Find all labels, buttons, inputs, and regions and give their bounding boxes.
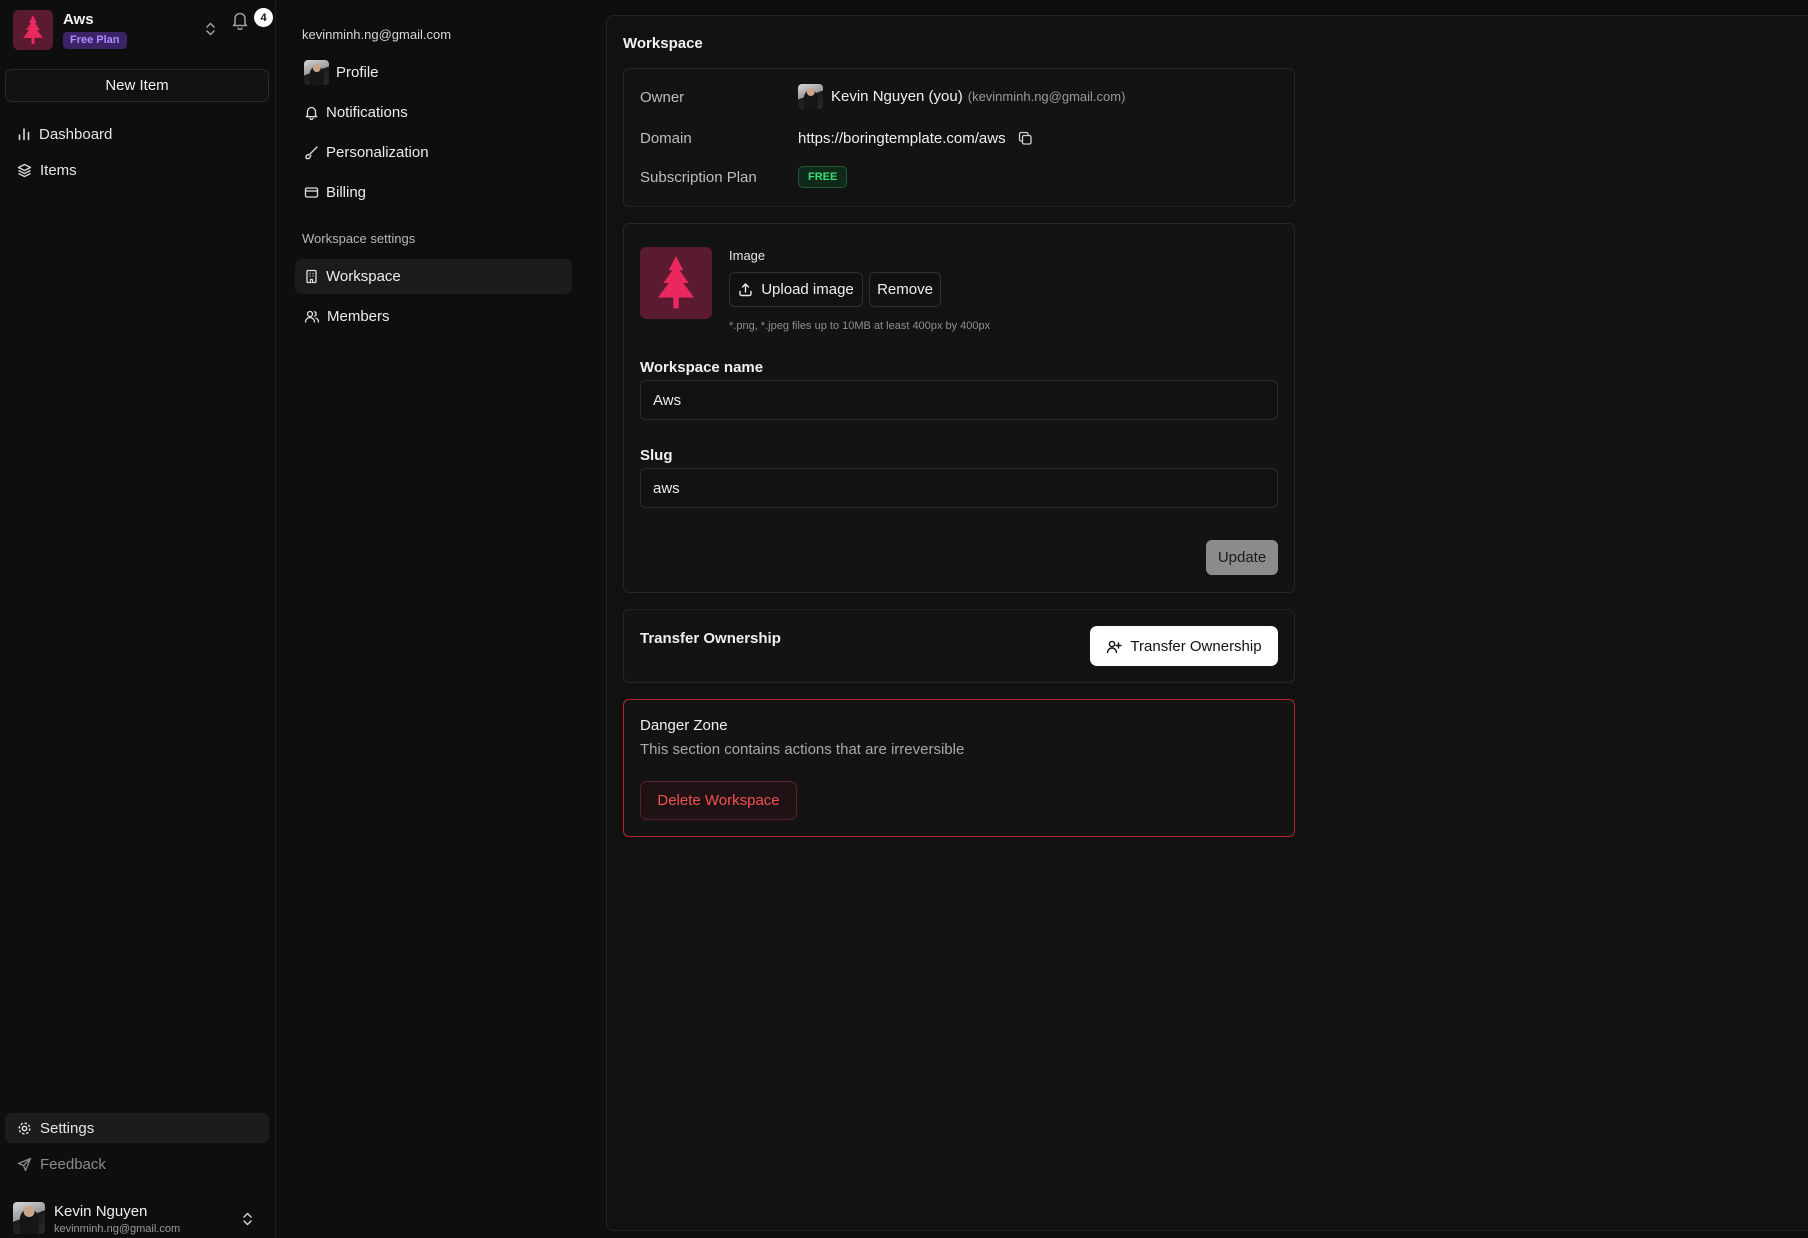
owner-label: Owner (640, 89, 685, 106)
settings-nav-label: Workspace (326, 268, 401, 285)
upload-icon (738, 282, 753, 297)
slug-input[interactable] (640, 468, 1278, 508)
upload-image-button[interactable]: Upload image (729, 272, 863, 307)
page-title: Workspace (623, 35, 703, 52)
transfer-ownership-title: Transfer Ownership (640, 630, 781, 647)
bell-icon[interactable] (231, 10, 249, 30)
sidebar-item-feedback[interactable]: Feedback (5, 1149, 269, 1179)
workspace-name-input[interactable] (640, 380, 1278, 420)
domain-value: https://boringtemplate.com/aws (798, 130, 1033, 147)
sidebar-item-label: Items (40, 161, 77, 179)
chevron-up-down-icon[interactable] (205, 21, 216, 37)
workspace-image-preview (640, 247, 712, 319)
layers-icon (17, 163, 32, 178)
workspace-switcher[interactable]: Aws Free Plan (13, 10, 265, 50)
user-plus-icon (1106, 639, 1123, 654)
danger-zone-card: Danger Zone This section contains action… (623, 699, 1295, 837)
workspace-name-label: Workspace name (640, 359, 764, 376)
image-hint: *.png, *.jpeg files up to 10MB at least … (729, 320, 991, 332)
settings-nav-label: Billing (326, 184, 367, 201)
settings-nav-label: Members (327, 308, 390, 325)
settings-nav-label: Notifications (326, 104, 408, 121)
bell-icon (304, 105, 319, 120)
copy-icon[interactable] (1018, 131, 1033, 146)
settings-nav-notifications[interactable]: Notifications (295, 95, 572, 130)
gear-icon (17, 1121, 32, 1136)
settings-nav-label: Personalization (326, 144, 429, 161)
owner-email: (kevinminh.ng@gmail.com) (967, 89, 1126, 104)
subscription-plan-value: FREE (798, 166, 848, 188)
settings-nav-billing[interactable]: Billing (295, 175, 572, 210)
domain-url: https://boringtemplate.com/aws (798, 130, 1006, 147)
avatar (798, 84, 823, 109)
domain-label: Domain (640, 130, 692, 147)
sidebar-item-dashboard[interactable]: Dashboard (5, 119, 269, 149)
subscription-plan-label: Subscription Plan (640, 169, 757, 186)
avatar (13, 1202, 45, 1234)
settings-nav-profile[interactable]: Profile (295, 55, 572, 90)
danger-zone-description: This section contains actions that are i… (640, 741, 965, 758)
notification-count-badge: 4 (254, 8, 273, 27)
user-menu[interactable]: Kevin Nguyen kevinminh.ng@gmail.com (13, 1202, 265, 1236)
slug-label: Slug (640, 447, 673, 464)
chevron-up-down-icon[interactable] (242, 1211, 253, 1227)
app-sidebar: Aws Free Plan 4 New Item Dashboard Items… (0, 0, 276, 1238)
workspace-name: Aws (63, 11, 94, 28)
plan-badge: Free Plan (63, 32, 127, 49)
remove-image-button[interactable]: Remove (869, 272, 941, 307)
credit-card-icon (304, 185, 319, 200)
owner-name: Kevin Nguyen (you) (831, 88, 963, 105)
tree-icon (657, 255, 695, 309)
workspace-form-card: Image Upload image Remove *.png, *.jpeg … (623, 223, 1295, 593)
account-email: kevinminh.ng@gmail.com (302, 27, 452, 42)
image-label: Image (729, 248, 766, 263)
workspace-settings-panel: Workspace Owner Kevin Nguyen (you) (kevi… (606, 15, 1808, 1231)
update-button[interactable]: Update (1206, 540, 1278, 575)
settings-nav-personalization[interactable]: Personalization (295, 135, 572, 170)
workspace-logo (13, 10, 53, 50)
building-icon (304, 269, 319, 284)
upload-image-label: Upload image (761, 281, 854, 298)
user-name: Kevin Nguyen (54, 1203, 148, 1220)
user-email: kevinminh.ng@gmail.com (54, 1223, 181, 1235)
transfer-ownership-button[interactable]: Transfer Ownership (1090, 626, 1278, 666)
settings-nav-members[interactable]: Members (295, 299, 572, 334)
delete-workspace-button[interactable]: Delete Workspace (640, 781, 797, 820)
bar-chart-icon (17, 127, 31, 141)
settings-nav: kevinminh.ng@gmail.com Profile Notificat… (277, 0, 607, 1238)
new-item-button[interactable]: New Item (5, 69, 269, 102)
users-icon (304, 309, 320, 324)
sidebar-item-label: Settings (40, 1119, 95, 1137)
avatar (304, 60, 329, 85)
section-heading: Workspace settings (302, 231, 416, 246)
transfer-ownership-card: Transfer Ownership Transfer Ownership (623, 609, 1295, 683)
status-badge: FREE (798, 166, 848, 188)
sidebar-item-settings[interactable]: Settings (5, 1113, 269, 1143)
send-icon (17, 1157, 32, 1172)
settings-nav-workspace[interactable]: Workspace (295, 259, 572, 294)
owner-value: Kevin Nguyen (you) (kevinminh.ng@gmail.c… (798, 84, 1125, 109)
workspace-info-card: Owner Kevin Nguyen (you) (kevinminh.ng@g… (623, 68, 1295, 207)
sidebar-item-label: Dashboard (39, 125, 113, 143)
brush-icon (304, 145, 319, 160)
transfer-ownership-label: Transfer Ownership (1130, 637, 1262, 655)
tree-icon (23, 15, 43, 44)
settings-nav-label: Profile (336, 64, 379, 81)
sidebar-item-items[interactable]: Items (5, 155, 269, 185)
danger-zone-title: Danger Zone (640, 717, 728, 734)
sidebar-item-label: Feedback (40, 1155, 106, 1173)
